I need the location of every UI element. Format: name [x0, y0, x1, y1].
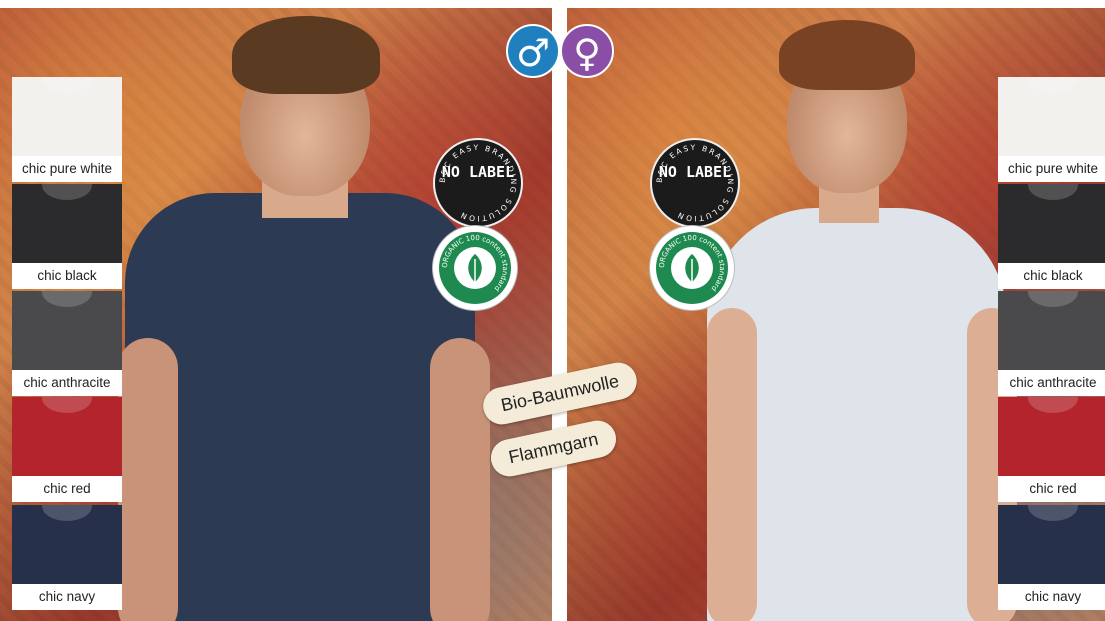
- color-variant-right[interactable]: chic black: [998, 184, 1105, 289]
- color-variant-label: chic anthracite: [12, 370, 122, 396]
- color-swatch: [12, 77, 122, 157]
- color-swatch: [12, 291, 122, 371]
- women-left-arm: [707, 308, 757, 621]
- color-swatch: [998, 397, 1105, 477]
- color-variant-label: chic navy: [12, 584, 122, 610]
- leaf-icon: [685, 254, 699, 285]
- color-variant-right[interactable]: chic red: [998, 397, 1105, 502]
- no-label-ring-text: B&C EASY BRANDING SOLUTION: [438, 143, 518, 223]
- color-variant-label: chic red: [12, 476, 122, 502]
- no-label-ring-text: B&C EASY BRANDING SOLUTION: [655, 143, 735, 223]
- color-variant-right[interactable]: chic anthracite: [998, 291, 1105, 396]
- male-symbol-icon: ♂: [506, 24, 560, 78]
- women-model-hair: [779, 20, 915, 90]
- organic-badge: ORGANIC 100 content standard: [650, 226, 734, 310]
- color-variant-label: chic pure white: [998, 156, 1105, 182]
- color-swatch: [12, 184, 122, 264]
- no-label-text: NO LABEL: [441, 163, 515, 181]
- color-variant-left[interactable]: chic navy: [12, 505, 122, 610]
- leaf-icon: [468, 254, 482, 285]
- color-swatch: [998, 291, 1105, 371]
- color-swatch: [12, 505, 122, 585]
- color-variant-right[interactable]: chic navy: [998, 505, 1105, 610]
- no-label-badge: B&C EASY BRANDING SOLUTION NO LABEL: [650, 138, 740, 228]
- color-swatch: [998, 184, 1105, 264]
- svg-text:B&C EASY BRANDING SOLUTION: B&C EASY BRANDING SOLUTION: [655, 143, 735, 223]
- female-symbol-icon: ♀: [560, 24, 614, 78]
- color-variant-left[interactable]: chic pure white: [12, 77, 122, 182]
- color-swatch: [12, 397, 122, 477]
- color-variant-left[interactable]: chic black: [12, 184, 122, 289]
- no-label-text: NO LABEL: [658, 163, 732, 181]
- color-variant-left[interactable]: chic anthracite: [12, 291, 122, 396]
- color-variant-label: chic navy: [998, 584, 1105, 610]
- color-variant-label: chic pure white: [12, 156, 122, 182]
- men-left-arm: [118, 338, 178, 621]
- no-label-badge: B&C EASY BRANDING SOLUTION NO LABEL: [433, 138, 523, 228]
- color-variant-label: chic black: [12, 263, 122, 289]
- color-variant-label: chic anthracite: [998, 370, 1105, 396]
- color-variant-left[interactable]: chic red: [12, 397, 122, 502]
- color-variant-label: chic red: [998, 476, 1105, 502]
- organic-badge: ORGANIC 100 content standard: [433, 226, 517, 310]
- color-swatch: [998, 77, 1105, 157]
- men-model-hair: [232, 16, 380, 94]
- color-variant-label: chic black: [998, 263, 1105, 289]
- color-variant-right[interactable]: chic pure white: [998, 77, 1105, 182]
- color-swatch: [998, 505, 1105, 585]
- men-right-arm: [430, 338, 490, 621]
- svg-text:B&C EASY BRANDING SOLUTION: B&C EASY BRANDING SOLUTION: [438, 143, 518, 223]
